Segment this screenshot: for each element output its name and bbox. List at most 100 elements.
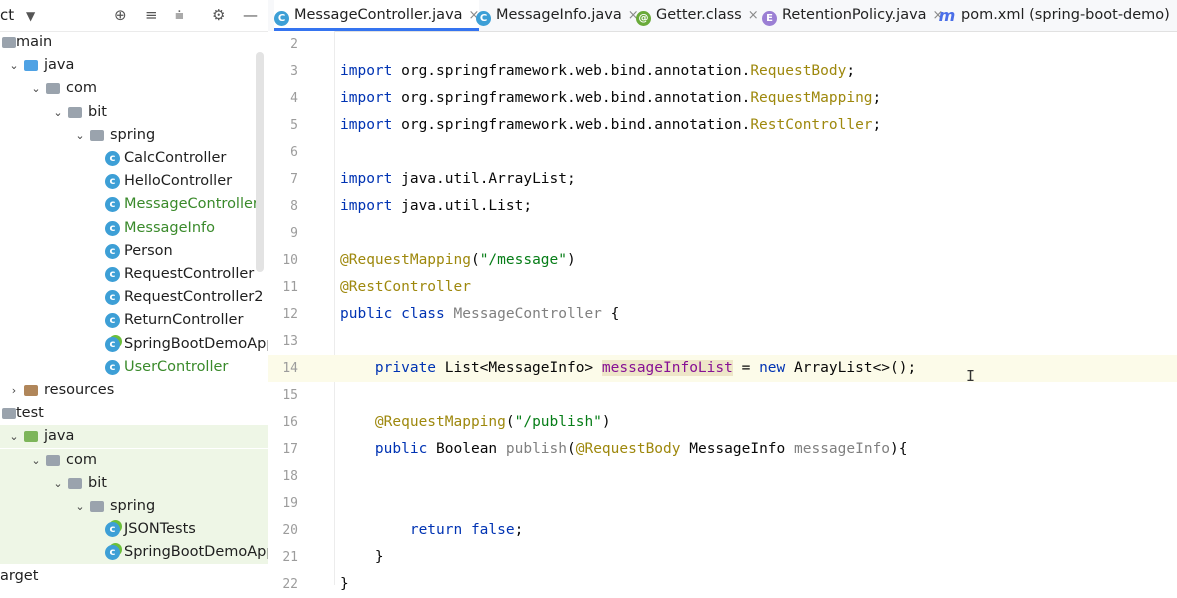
tree-item[interactable]: ⌄ com (0, 448, 268, 472)
close-icon[interactable]: × (748, 8, 759, 23)
code-line[interactable]: 17 public Boolean publish(@RequestBody M… (268, 436, 1177, 463)
tree-item[interactable]: main (0, 31, 268, 54)
code-line[interactable]: 2 (268, 31, 1177, 58)
tree-item[interactable]: c ReturnController (0, 309, 268, 332)
code-line[interactable]: 5 import org.springframework.web.bind.ann… (268, 112, 1177, 139)
code-line[interactable]: 16 @RequestMapping("/publish") (268, 409, 1177, 436)
tree-item[interactable]: ⌄ java (0, 54, 268, 77)
chevron-down-icon[interactable]: ⌄ (8, 425, 20, 448)
tree-item[interactable]: c SpringBootDemoAppl (0, 333, 268, 356)
tree-item[interactable]: arget (0, 565, 268, 585)
class-icon: c (105, 220, 120, 236)
tree-item[interactable]: test (0, 402, 268, 425)
code-editor[interactable]: 2 3 import org.springframework.web.bind.an… (268, 31, 1177, 592)
tree-item[interactable]: ⌄ java (0, 425, 268, 449)
code-line[interactable]: 20 return false; (268, 517, 1177, 544)
tree-item[interactable]: c UserController (0, 356, 268, 379)
chevron-down-icon[interactable]: ⌄ (52, 472, 64, 495)
editor-tab-label: Getter.class (656, 7, 742, 23)
collapse-all-icon[interactable]: ⩧ (175, 6, 184, 24)
code-line[interactable]: 4 import org.springframework.web.bind.ann… (268, 85, 1177, 112)
tree-item[interactable]: c JSONTests (0, 518, 268, 542)
line-number: 9 (290, 226, 298, 241)
tree-item[interactable]: c MessageController (0, 193, 268, 216)
tree-item-label: RequestController2 (124, 289, 264, 306)
tree-item-label: java (44, 57, 75, 74)
tree-item-label: arget (0, 567, 39, 584)
code-text: import java.util.List; (340, 198, 533, 214)
code-text: import org.springframework.web.bind.anno… (340, 117, 882, 133)
editor-tab[interactable]: E RetentionPolicy.java × (762, 0, 943, 31)
editor-tab[interactable]: C MessageController.java × (274, 0, 480, 31)
chevron-down-icon[interactable]: ⌄ (74, 124, 86, 147)
code-line[interactable]: 19 (268, 490, 1177, 517)
tree-item[interactable]: c SpringBootDemoAppl (0, 541, 269, 565)
project-panel-title[interactable]: ct (0, 6, 14, 24)
code-line[interactable]: 6 (268, 139, 1177, 166)
java-class-icon: C (476, 11, 491, 26)
line-number: 12 (282, 307, 298, 322)
tree-item[interactable]: ⌄ bit (0, 471, 268, 495)
code-line[interactable]: 7 import java.util.ArrayList; (268, 166, 1177, 193)
code-line[interactable]: 8 import java.util.List; (268, 193, 1177, 220)
editor-tab-label: MessageController.java (294, 7, 463, 23)
tree-item-label: bit (88, 474, 107, 491)
tree-item[interactable]: c MessageInfo (0, 217, 268, 240)
project-panel: ct ▼ ⊕ ≡ ⩧ ⚙ — main ⌄ java ⌄ com ⌄ bit ⌄ spring c… (0, 0, 269, 585)
hide-icon[interactable]: — (243, 6, 258, 24)
tree-item[interactable]: ⌄ spring (0, 495, 268, 518)
code-line[interactable]: 3 import org.springframework.web.bind.ann… (268, 58, 1177, 85)
package-icon (90, 501, 104, 512)
tree-item-label: resources (44, 382, 115, 398)
tree-item[interactable]: ⌄ bit (0, 101, 268, 124)
chevron-down-icon[interactable]: ⌄ (52, 101, 64, 124)
code-line[interactable]: 11 @RestController (268, 274, 1177, 301)
chevron-down-icon[interactable]: ⌄ (30, 77, 42, 100)
chevron-right-icon[interactable]: › (8, 379, 20, 402)
chevron-down-icon[interactable]: ⌄ (74, 495, 86, 518)
code-line[interactable]: 9 (268, 220, 1177, 247)
project-toolbar: ct ▼ ⊕ ≡ ⩧ ⚙ — (0, 0, 268, 32)
gear-icon[interactable]: ⚙ (212, 6, 225, 24)
chevron-down-icon[interactable]: ⌄ (30, 449, 42, 472)
editor-tabs: C MessageController.java × C MessageInfo.jav… (268, 0, 1177, 32)
editor-tab-label: pom.xml (spring-boot-demo) (961, 7, 1170, 23)
expand-all-icon[interactable]: ≡ (145, 6, 158, 24)
scrollbar-thumb[interactable] (256, 52, 264, 272)
code-line[interactable]: 12 public class MessageController { (268, 301, 1177, 328)
chevron-down-icon[interactable]: ▼ (26, 9, 35, 23)
code-line[interactable]: 18 (268, 463, 1177, 490)
tree-item-label: test (16, 405, 44, 422)
chevron-down-icon[interactable]: ⌄ (8, 54, 20, 77)
tree-item[interactable]: › resources (0, 379, 268, 402)
tree-item[interactable]: ⌄ spring (0, 124, 268, 147)
tree-item[interactable]: ⌄ com (0, 77, 268, 100)
tree-item-label: com (66, 451, 97, 468)
java-class-icon: C (274, 11, 289, 26)
tree-item-label: SpringBootDemoAppl (124, 544, 269, 561)
tree-item[interactable]: c RequestController2 (0, 286, 268, 309)
tree-item[interactable]: c HelloController (0, 170, 268, 193)
code-text: public Boolean publish(@RequestBody Mess… (374, 441, 908, 457)
code-line[interactable]: 13 (268, 328, 1177, 355)
code-line[interactable]: 10 @RequestMapping("/message") (268, 247, 1177, 274)
class-icon: c (105, 313, 120, 329)
code-line[interactable]: 21 } (268, 544, 1177, 571)
editor-tab[interactable]: C MessageInfo.java × (476, 0, 639, 31)
editor-tab[interactable]: mpom.xml (spring-boot-demo)× (938, 0, 1177, 31)
line-number: 20 (282, 523, 298, 538)
folder-icon (2, 37, 16, 48)
tree-item-label: MessageInfo (124, 219, 215, 236)
code-line[interactable]: 15 (268, 382, 1177, 409)
spring-class-icon: c (105, 522, 120, 538)
locate-icon[interactable]: ⊕ (114, 6, 127, 24)
tree-item[interactable]: c CalcController (0, 147, 268, 170)
code-text: public class MessageController { (340, 306, 620, 322)
source-folder-icon (24, 60, 38, 72)
tree-item[interactable]: c RequestController (0, 263, 268, 286)
code-line[interactable]: 14 private List<MessageInfo> messageInfo… (268, 355, 1177, 382)
tree-item[interactable]: c Person (0, 240, 268, 263)
editor-tab[interactable]: @ Getter.class × (636, 0, 759, 31)
tree-item-label: java (44, 428, 75, 445)
line-number: 3 (290, 64, 298, 79)
